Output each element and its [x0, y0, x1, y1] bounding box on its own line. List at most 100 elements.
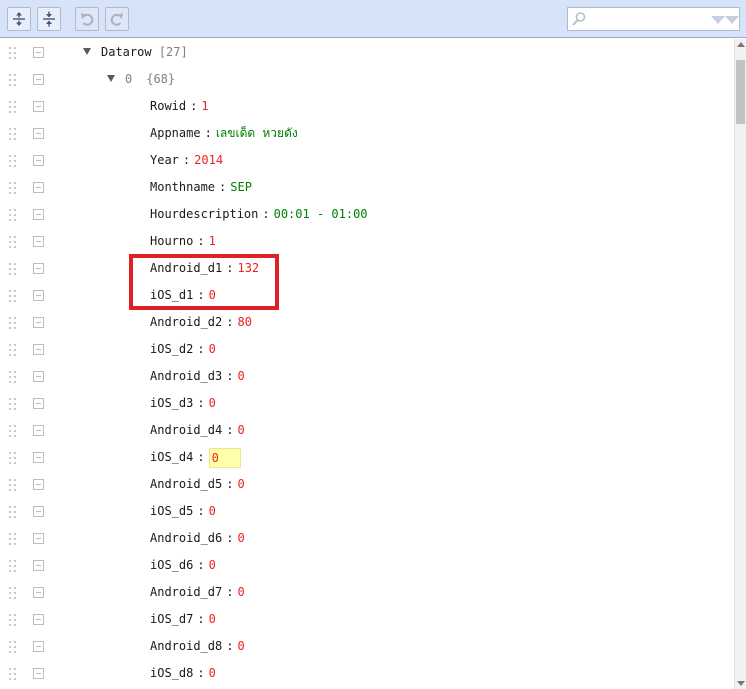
drag-handle-icon[interactable]	[9, 290, 17, 302]
context-menu-icon[interactable]	[33, 290, 44, 301]
search-next-icon[interactable]	[711, 16, 725, 24]
context-menu-icon[interactable]	[33, 101, 44, 112]
node-value[interactable]: 0	[237, 585, 244, 599]
scrollbar-thumb[interactable]	[736, 60, 745, 124]
drag-handle-icon[interactable]	[9, 371, 17, 383]
context-menu-icon[interactable]	[33, 182, 44, 193]
expand-toggle-icon[interactable]	[107, 75, 115, 82]
node-key[interactable]: Android_d8	[150, 639, 222, 653]
scroll-up-icon[interactable]	[737, 42, 745, 47]
node-value[interactable]: 0	[237, 369, 244, 383]
context-menu-icon[interactable]	[33, 587, 44, 598]
node-key[interactable]: iOS_d5	[150, 504, 193, 518]
drag-handle-icon[interactable]	[9, 128, 17, 140]
node-key[interactable]: Hourno	[150, 234, 193, 248]
node-key[interactable]: Rowid	[150, 99, 186, 113]
drag-handle-icon[interactable]	[9, 452, 17, 464]
node-value[interactable]: 0	[209, 504, 216, 518]
context-menu-icon[interactable]	[33, 47, 44, 58]
node-key[interactable]: iOS_d8	[150, 666, 193, 680]
drag-handle-icon[interactable]	[9, 47, 17, 59]
node-key[interactable]: Year	[150, 153, 179, 167]
node-value[interactable]: 00:01 - 01:00	[274, 207, 368, 221]
context-menu-icon[interactable]	[33, 398, 44, 409]
node-key[interactable]: Android_d5	[150, 477, 222, 491]
tree-row-root[interactable]: Datarow [27]	[0, 39, 734, 66]
search-previous-icon[interactable]	[725, 16, 739, 24]
node-value[interactable]: 0	[237, 639, 244, 653]
context-menu-icon[interactable]	[33, 371, 44, 382]
tree-row-field[interactable]: iOS_d6:0	[0, 552, 734, 579]
context-menu-icon[interactable]	[33, 263, 44, 274]
node-key[interactable]: Hourdescription	[150, 207, 258, 221]
drag-handle-icon[interactable]	[9, 209, 17, 221]
node-key[interactable]: Android_d7	[150, 585, 222, 599]
drag-handle-icon[interactable]	[9, 668, 17, 680]
drag-handle-icon[interactable]	[9, 506, 17, 518]
node-value[interactable]: เลขเด็ด หวยดัง	[216, 126, 298, 140]
node-key[interactable]: iOS_d4	[150, 450, 193, 464]
tree-row-field[interactable]: Android_d6:0	[0, 525, 734, 552]
node-key[interactable]: Monthname	[150, 180, 215, 194]
context-menu-icon[interactable]	[33, 533, 44, 544]
context-menu-icon[interactable]	[33, 344, 44, 355]
collapse-all-button[interactable]	[37, 7, 61, 31]
redo-button[interactable]	[105, 7, 129, 31]
node-key[interactable]: Appname	[150, 126, 201, 140]
node-value[interactable]: 1	[201, 99, 208, 113]
search-input[interactable]	[590, 11, 708, 27]
tree-row-field[interactable]: iOS_d2:0	[0, 336, 734, 363]
drag-handle-icon[interactable]	[9, 425, 17, 437]
node-value[interactable]: 0	[237, 477, 244, 491]
node-value[interactable]: 1	[209, 234, 216, 248]
drag-handle-icon[interactable]	[9, 263, 17, 275]
context-menu-icon[interactable]	[33, 668, 44, 679]
expand-all-button[interactable]	[7, 7, 31, 31]
node-key[interactable]: iOS_d2	[150, 342, 193, 356]
node-key[interactable]: Android_d6	[150, 531, 222, 545]
drag-handle-icon[interactable]	[9, 533, 17, 545]
tree-row-field[interactable]: iOS_d1:0	[0, 282, 734, 309]
drag-handle-icon[interactable]	[9, 587, 17, 599]
vertical-scrollbar[interactable]	[734, 39, 746, 689]
tree-row-item[interactable]: 0 {68}	[0, 66, 734, 93]
node-value[interactable]: 80	[237, 315, 251, 329]
context-menu-icon[interactable]	[33, 425, 44, 436]
node-key[interactable]: Android_d2	[150, 315, 222, 329]
node-value[interactable]: SEP	[230, 180, 252, 194]
context-menu-icon[interactable]	[33, 452, 44, 463]
tree-row-field[interactable]: iOS_d4:0	[0, 444, 734, 471]
context-menu-icon[interactable]	[33, 560, 44, 571]
context-menu-icon[interactable]	[33, 641, 44, 652]
tree-row-field[interactable]: iOS_d3:0	[0, 390, 734, 417]
tree-row-field[interactable]: Hourno:1	[0, 228, 734, 255]
drag-handle-icon[interactable]	[9, 479, 17, 491]
context-menu-icon[interactable]	[33, 128, 44, 139]
context-menu-icon[interactable]	[33, 209, 44, 220]
context-menu-icon[interactable]	[33, 236, 44, 247]
node-value[interactable]: 0	[209, 612, 216, 626]
drag-handle-icon[interactable]	[9, 74, 17, 86]
drag-handle-icon[interactable]	[9, 101, 17, 113]
tree-row-field[interactable]: Android_d2:80	[0, 309, 734, 336]
drag-handle-icon[interactable]	[9, 344, 17, 356]
tree-row-field[interactable]: Android_d1:132	[0, 255, 734, 282]
tree-row-field[interactable]: Android_d4:0	[0, 417, 734, 444]
tree-row-field[interactable]: Hourdescription:00:01 - 01:00	[0, 201, 734, 228]
context-menu-icon[interactable]	[33, 506, 44, 517]
tree-row-field[interactable]: Monthname: SEP	[0, 174, 734, 201]
node-key[interactable]: Datarow	[101, 45, 152, 59]
tree-row-field[interactable]: iOS_d7:0	[0, 606, 734, 633]
context-menu-icon[interactable]	[33, 614, 44, 625]
tree-row-field[interactable]: Android_d3:0	[0, 363, 734, 390]
node-value[interactable]: 0	[237, 423, 244, 437]
node-key[interactable]: Android_d3	[150, 369, 222, 383]
context-menu-icon[interactable]	[33, 317, 44, 328]
node-value[interactable]: 0	[209, 666, 216, 680]
node-value[interactable]: 0	[237, 531, 244, 545]
tree-row-field[interactable]: Appname: เลขเด็ด หวยดัง	[0, 120, 734, 147]
node-key[interactable]: iOS_d7	[150, 612, 193, 626]
tree-row-field[interactable]: iOS_d8:0	[0, 660, 734, 687]
context-menu-icon[interactable]	[33, 155, 44, 166]
tree-row-field[interactable]: Android_d8:0	[0, 633, 734, 660]
